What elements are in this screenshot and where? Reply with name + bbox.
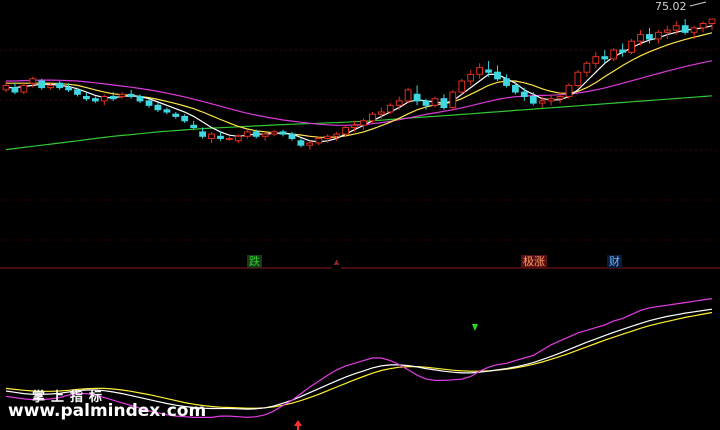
candle-up	[449, 91, 457, 109]
candle-up	[100, 96, 108, 102]
candle-up	[306, 142, 314, 146]
candle-up	[118, 93, 126, 98]
candle-down	[65, 87, 72, 91]
candle-down	[681, 25, 689, 33]
candle-up	[538, 100, 546, 104]
signal-label-extreme-rise: 极涨	[521, 255, 547, 268]
candle-up	[226, 138, 233, 140]
candle-up	[386, 104, 394, 113]
candle-down	[136, 96, 144, 102]
candle-up	[2, 84, 10, 91]
candle-down	[520, 91, 528, 97]
candle-down	[512, 84, 519, 93]
candle-up	[333, 133, 341, 137]
candle-up	[592, 56, 600, 64]
candle-up	[458, 80, 466, 93]
candle-down	[127, 93, 135, 98]
candle-down	[109, 96, 117, 100]
candle-up	[395, 100, 403, 106]
candle-down	[154, 104, 162, 111]
candle-down	[92, 98, 99, 102]
candle-down	[145, 100, 153, 106]
candle-down	[413, 93, 421, 102]
candle-down	[529, 96, 537, 104]
candle-down	[440, 98, 448, 108]
candle-up	[29, 78, 37, 84]
osc-slow-line	[5, 311, 713, 409]
candle-down	[601, 56, 609, 60]
candle-down	[163, 109, 171, 113]
candle-down	[190, 124, 198, 129]
candle-up	[342, 127, 350, 135]
candle-up	[315, 138, 323, 144]
candle-down	[181, 115, 189, 122]
candle-up	[404, 89, 412, 102]
signal-marker-up: ⩓	[332, 257, 342, 270]
candle-up	[699, 23, 707, 29]
osc-fast-line	[5, 298, 713, 419]
candle-down	[252, 131, 260, 137]
candle-down	[503, 78, 510, 86]
candle-up	[547, 98, 555, 102]
candle-down	[422, 100, 430, 106]
candle-up	[574, 71, 582, 86]
candle-down	[494, 71, 501, 80]
candle-up	[690, 27, 698, 33]
candle-up	[476, 67, 484, 75]
candle-up	[270, 131, 278, 135]
candle-up	[556, 96, 564, 100]
candle-up	[234, 135, 242, 142]
watermark-url: www.palmindex.com	[8, 401, 207, 421]
candle-down	[297, 140, 305, 146]
candle-down	[199, 131, 206, 137]
candle-up	[708, 18, 716, 25]
price-label: 75.02	[655, 0, 687, 13]
candle-up	[261, 133, 269, 137]
candle-down	[74, 89, 81, 95]
stock-chart-window: 75.02 跌 ⩓ 极涨 财 掌上指标 www.palmindex.com	[0, 0, 720, 430]
candle-up	[431, 98, 439, 106]
signal-label-fall: 跌	[247, 255, 262, 268]
buy-arrow-icon	[294, 420, 302, 426]
signal-label-wealth: 财	[607, 255, 622, 268]
chart-canvas	[0, 1, 720, 430]
sell-arrow-icon	[472, 324, 478, 331]
candle-down	[279, 131, 287, 135]
candle-down	[56, 82, 64, 89]
candle-up	[47, 84, 55, 89]
candle-up	[243, 131, 251, 137]
candle-down	[619, 49, 627, 53]
candle-down	[38, 80, 46, 89]
candle-down	[646, 34, 653, 40]
candle-up	[565, 84, 573, 98]
candle-down	[11, 87, 19, 93]
candle-down	[485, 69, 493, 73]
candle-up	[208, 133, 215, 140]
candle-up	[637, 34, 644, 42]
candle-up	[663, 29, 671, 33]
candle-up	[369, 113, 376, 122]
candle-up	[360, 120, 367, 126]
candle-up	[655, 31, 662, 40]
candle-down	[172, 113, 180, 117]
candle-up	[324, 135, 332, 140]
candle-up	[583, 62, 591, 73]
candle-up	[610, 49, 618, 60]
candle-down	[83, 96, 90, 100]
ma-xlong-line	[5, 95, 713, 151]
candle-down	[288, 133, 296, 140]
candle-up	[351, 124, 358, 129]
candle-up	[628, 40, 636, 53]
candle-up	[467, 73, 475, 82]
candle-up	[20, 84, 28, 93]
candle-down	[217, 135, 224, 140]
candle-up	[377, 111, 385, 115]
candle-up	[672, 25, 680, 31]
price-pointer	[689, 1, 707, 7]
